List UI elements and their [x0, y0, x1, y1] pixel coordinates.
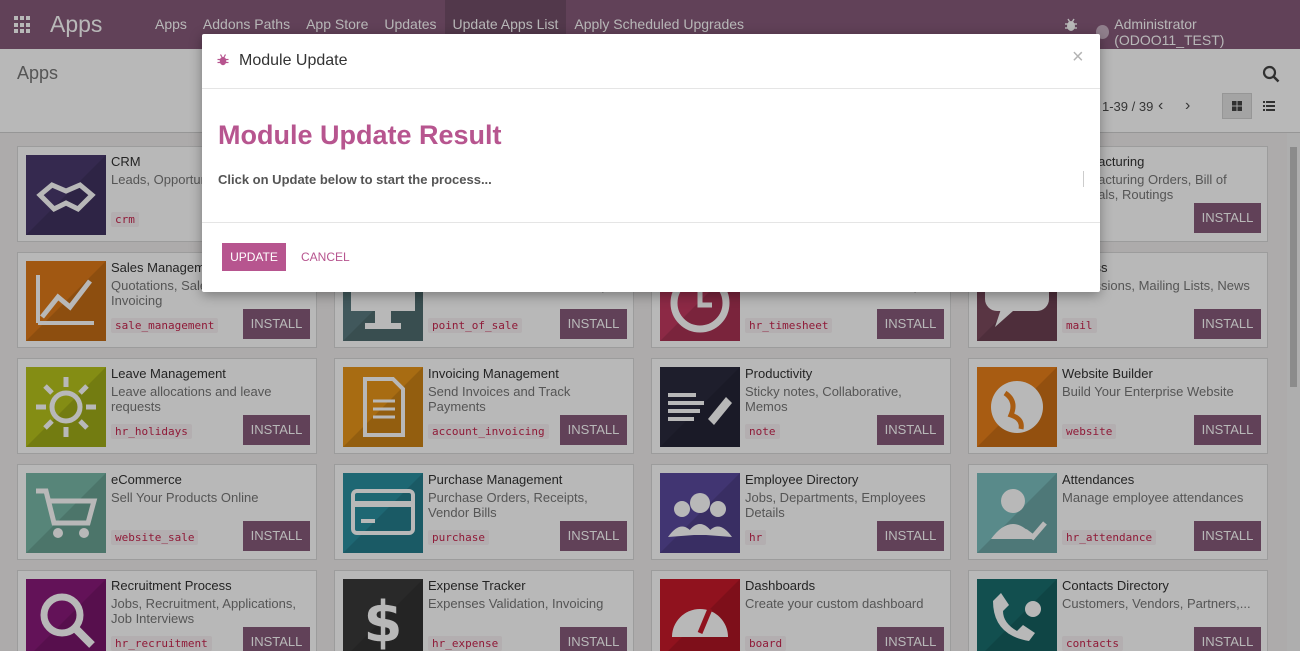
dialog-footer: UPDATE CANCEL	[202, 223, 1100, 291]
cancel-button[interactable]: CANCEL	[301, 243, 350, 271]
close-icon[interactable]: ×	[1072, 46, 1084, 69]
divider	[1083, 171, 1084, 187]
dialog-title: Module Update	[239, 52, 348, 69]
module-update-dialog: Module Update × Module Update Result Cli…	[202, 34, 1100, 292]
dialog-body: Module Update Result Click on Update bel…	[202, 89, 1100, 223]
bug-icon	[217, 54, 229, 66]
result-heading: Module Update Result	[218, 120, 502, 150]
result-message: Click on Update below to start the proce…	[218, 172, 492, 187]
update-button[interactable]: UPDATE	[222, 243, 286, 271]
dialog-header: Module Update ×	[202, 34, 1100, 89]
